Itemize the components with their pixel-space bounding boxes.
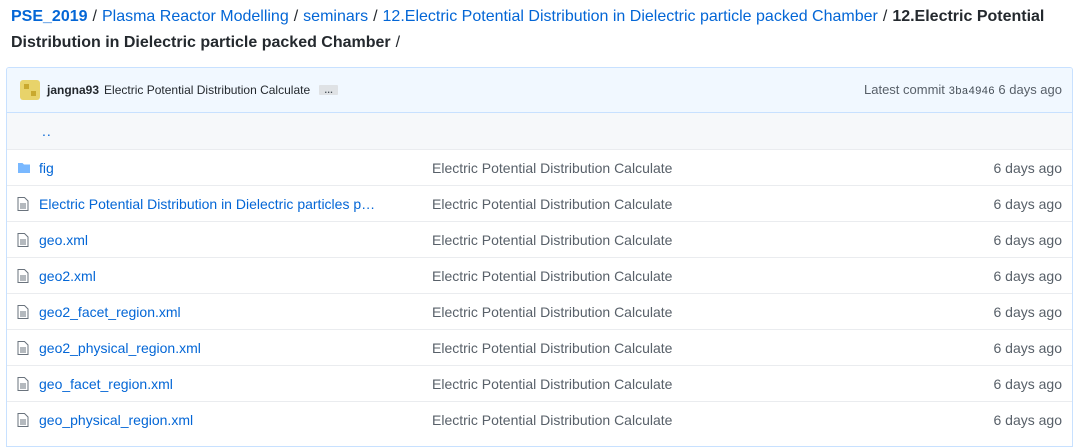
file-name-cell: geo_facet_region.xml <box>39 376 421 392</box>
file-name-link[interactable]: geo2_physical_region.xml <box>39 340 201 356</box>
commit-author-link[interactable]: jangna93 <box>47 83 99 97</box>
breadcrumb-separator: / <box>882 8 888 25</box>
breadcrumb-separator: / <box>293 8 299 25</box>
file-name-cell: geo2_physical_region.xml <box>39 340 421 356</box>
file-icon <box>7 304 39 319</box>
file-name-cell: Electric Potential Distribution in Diele… <box>39 196 421 212</box>
file-name-link[interactable]: Electric Potential Distribution in Diele… <box>39 196 375 212</box>
commit-expand-button[interactable]: … <box>319 85 339 95</box>
breadcrumb-separator: / <box>92 8 97 25</box>
file-age: 6 days ago <box>993 411 1063 428</box>
breadcrumb-link-seminars[interactable]: seminars <box>303 8 368 25</box>
file-name-link[interactable]: geo.xml <box>39 232 88 248</box>
parent-directory-row[interactable]: .. <box>7 113 1072 149</box>
commit-age: 6 days ago <box>998 82 1062 97</box>
file-list: fig Electric Potential Distribution Calc… <box>7 149 1072 437</box>
parent-directory-link[interactable]: .. <box>7 123 52 139</box>
file-name-cell: geo2.xml <box>39 268 421 284</box>
file-commit-message[interactable]: Electric Potential Distribution Calculat… <box>421 340 994 356</box>
file-row[interactable]: geo_physical_region.xml Electric Potenti… <box>7 401 1072 437</box>
latest-commit-bar: jangna93 Electric Potential Distribution… <box>7 68 1072 113</box>
file-age: 6 days ago <box>993 375 1063 392</box>
file-row[interactable]: geo2_facet_region.xml Electric Potential… <box>7 293 1072 329</box>
file-row[interactable]: geo.xml Electric Potential Distribution … <box>7 221 1072 257</box>
file-commit-message[interactable]: Electric Potential Distribution Calculat… <box>421 412 994 428</box>
file-row[interactable]: geo2.xml Electric Potential Distribution… <box>7 257 1072 293</box>
file-icon <box>7 232 39 247</box>
file-commit-message[interactable]: Electric Potential Distribution Calculat… <box>421 232 994 248</box>
file-icon <box>7 376 39 391</box>
latest-commit-label: Latest commit <box>864 82 945 97</box>
file-name-link[interactable]: geo2_facet_region.xml <box>39 304 181 320</box>
file-age: 6 days ago <box>993 159 1063 176</box>
breadcrumb-link-parent-folder[interactable]: 12.Electric Potential Distribution in Di… <box>383 8 878 25</box>
breadcrumb-trailing-separator: / <box>395 34 401 51</box>
file-icon <box>7 196 39 211</box>
file-commit-message[interactable]: Electric Potential Distribution Calculat… <box>421 376 994 392</box>
file-row[interactable]: fig Electric Potential Distribution Calc… <box>7 149 1072 185</box>
breadcrumb-separator: / <box>373 8 378 25</box>
file-commit-message[interactable]: Electric Potential Distribution Calculat… <box>421 304 994 320</box>
file-browser: jangna93 Electric Potential Distribution… <box>6 67 1073 447</box>
file-row[interactable]: Electric Potential Distribution in Diele… <box>7 185 1072 221</box>
file-name-link[interactable]: geo_physical_region.xml <box>39 412 193 428</box>
file-icon <box>7 340 39 355</box>
file-age: 6 days ago <box>993 267 1063 284</box>
file-name-cell: geo.xml <box>39 232 421 248</box>
commit-message-link[interactable]: Electric Potential Distribution Calculat… <box>104 83 310 97</box>
breadcrumb-link-plasma-reactor-modelling[interactable]: Plasma Reactor Modelling <box>102 8 289 25</box>
file-icon <box>7 412 39 427</box>
file-name-cell: geo2_facet_region.xml <box>39 304 421 320</box>
commit-sha-link[interactable]: 3ba4946 <box>949 86 995 98</box>
breadcrumb-repo-link[interactable]: PSE_2019 <box>11 8 88 25</box>
file-name-cell: geo_physical_region.xml <box>39 412 421 428</box>
file-age: 6 days ago <box>993 195 1063 212</box>
file-name-link[interactable]: geo_facet_region.xml <box>39 376 173 392</box>
file-row[interactable]: geo_facet_region.xml Electric Potential … <box>7 365 1072 401</box>
file-icon <box>7 268 39 283</box>
file-row[interactable]: geo2_physical_region.xml Electric Potent… <box>7 329 1072 365</box>
file-age: 6 days ago <box>993 303 1063 320</box>
breadcrumb: PSE_2019/Plasma Reactor Modelling / semina… <box>11 4 1071 56</box>
file-age: 6 days ago <box>993 231 1063 248</box>
author-avatar[interactable] <box>20 80 40 100</box>
file-name-link[interactable]: geo2.xml <box>39 268 96 284</box>
folder-icon <box>7 162 39 174</box>
file-commit-message[interactable]: Electric Potential Distribution Calculat… <box>421 196 994 212</box>
file-commit-message[interactable]: Electric Potential Distribution Calculat… <box>421 268 994 284</box>
file-name-link[interactable]: fig <box>39 160 54 176</box>
file-commit-message[interactable]: Electric Potential Distribution Calculat… <box>421 160 994 176</box>
latest-commit-info: Latest commit 3ba4946 6 days ago <box>864 82 1062 98</box>
file-name-cell: fig <box>39 160 421 176</box>
file-age: 6 days ago <box>993 339 1063 356</box>
